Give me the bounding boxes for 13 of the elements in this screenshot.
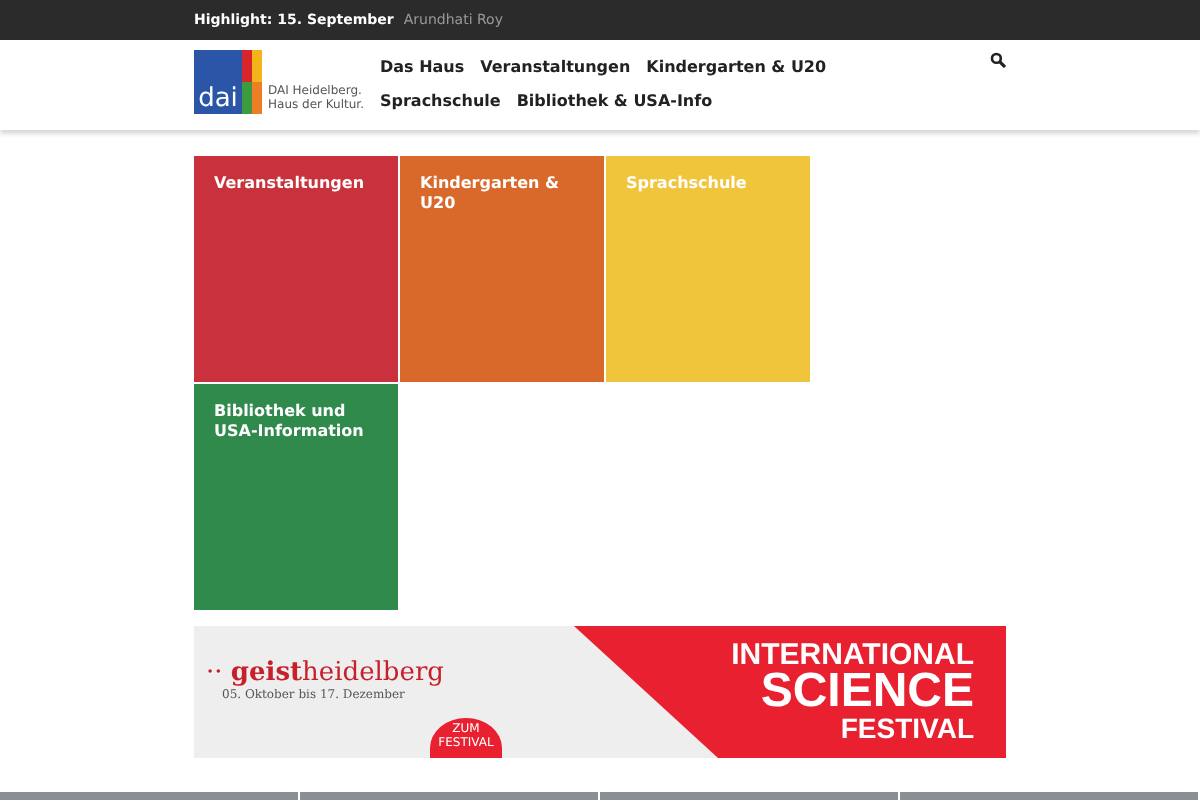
headline: INTERNATIONAL (731, 641, 974, 671)
category-tile[interactable]: Bibliothek und USA-Information (194, 384, 398, 610)
nav-link[interactable]: Das Haus (379, 54, 465, 82)
headline: SCIENCE (760, 670, 974, 716)
category-tile[interactable]: Kindergarten & U20 (400, 156, 604, 382)
brand-name: ·· geistheidelberg (206, 658, 446, 688)
search-icon[interactable] (990, 52, 1006, 68)
category-tile[interactable]: Veranstaltungen (194, 156, 398, 382)
nav-link[interactable]: Kindergarten & U20 (646, 54, 827, 82)
nav-link[interactable]: Bibliothek & USA-Info (516, 88, 713, 116)
headline: FESTIVAL (840, 715, 974, 743)
nav-link[interactable]: Sprachschule (379, 88, 501, 116)
nav-link[interactable]: Veranstaltungen (480, 54, 631, 82)
